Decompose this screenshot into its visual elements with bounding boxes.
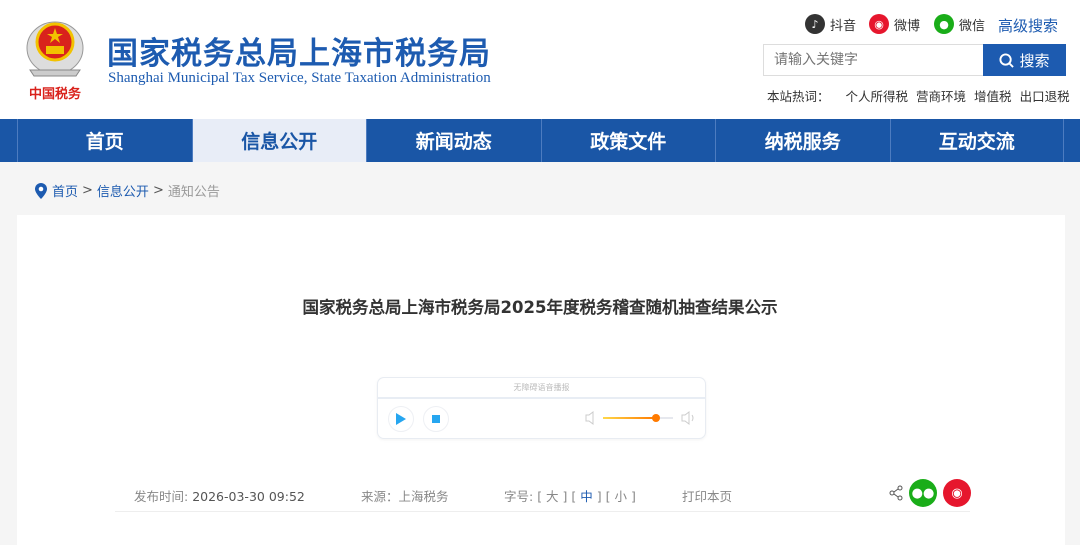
publish-label: 发布时间:: [134, 489, 189, 504]
advanced-search-link[interactable]: 高级搜索: [998, 15, 1058, 36]
nav-policy[interactable]: 政策文件: [540, 119, 716, 162]
site-title: 国家税务总局上海市税务局: [107, 36, 491, 72]
play-button[interactable]: [388, 406, 414, 432]
font-size-control: 字号: [ 大 ] [ 中 ] [ 小 ]: [504, 489, 636, 504]
search-button-label: 搜索: [1019, 51, 1050, 70]
hot-words-label: 本站热词：: [767, 89, 830, 104]
nav-home[interactable]: 首页: [17, 119, 192, 162]
article-title: 国家税务总局上海市税务局2025年度税务稽查随机抽查结果公示: [302, 298, 778, 317]
share-wechat-button[interactable]: ●●: [909, 479, 937, 507]
breadcrumb-home[interactable]: 首页: [52, 181, 78, 200]
player-title: 无障碍语音播报: [378, 378, 705, 399]
source-value: 上海税务: [398, 489, 449, 504]
hot-word-link[interactable]: 营商环境: [916, 86, 966, 105]
search-button[interactable]: 搜索: [983, 44, 1066, 76]
social-wechat[interactable]: ● 微信: [934, 14, 985, 34]
nav-tax-service[interactable]: 纳税服务: [715, 119, 890, 162]
social-label: 微博: [894, 18, 921, 34]
source: 来源：上海税务: [361, 486, 449, 505]
publish-time-value: 2026-03-30 09:52: [192, 489, 305, 504]
hot-words: 本站热词： 个人所得税 营商环境 增值税 出口退税: [767, 86, 1070, 105]
stop-icon: [432, 415, 440, 423]
breadcrumb-current: 通知公告: [167, 185, 220, 200]
volume-high-icon[interactable]: [681, 411, 697, 425]
nav-info-disclosure[interactable]: 信息公开: [191, 119, 366, 162]
social-douyin[interactable]: ♪ 抖音: [805, 14, 856, 34]
main-nav: 首页 信息公开 新闻动态 政策文件 纳税服务 互动交流: [0, 119, 1080, 162]
volume-low-icon[interactable]: [585, 411, 597, 425]
breadcrumb-info[interactable]: 信息公开: [97, 181, 149, 200]
font-size-small[interactable]: 小: [614, 489, 627, 504]
hot-word-link[interactable]: 出口退税: [1020, 86, 1070, 105]
volume-knob[interactable]: [651, 414, 660, 422]
weibo-icon: ◉: [951, 485, 963, 501]
volume-slider[interactable]: [603, 414, 673, 422]
social-weibo[interactable]: ◉ 微博: [869, 14, 920, 34]
font-size-medium[interactable]: 中: [580, 489, 593, 504]
hot-word-link[interactable]: 个人所得税: [846, 86, 909, 105]
nav-interaction[interactable]: 互动交流: [889, 119, 1064, 162]
volume-fill: [603, 417, 656, 419]
search-icon: [999, 52, 1015, 68]
breadcrumb: 首页 > 信息公开 > 通知公告: [34, 181, 220, 200]
social-label: 抖音: [830, 18, 857, 34]
nav-news[interactable]: 新闻动态: [366, 119, 541, 162]
social-label: 微信: [959, 18, 986, 34]
divider: [115, 511, 970, 512]
wechat-icon: ●●: [911, 485, 935, 501]
audio-player: 无障碍语音播报: [377, 377, 706, 439]
douyin-icon: ♪: [805, 14, 825, 34]
font-size-large[interactable]: 大: [546, 489, 559, 504]
wechat-icon: ●: [934, 14, 954, 34]
publish-time: 发布时间: 2026-03-30 09:52: [134, 486, 305, 505]
weibo-icon: ◉: [869, 14, 889, 34]
breadcrumb-separator: >: [152, 183, 164, 198]
header: 中国税务 国家税务总局上海市税务局 Shanghai Municipal Tax…: [0, 0, 1080, 119]
search-input[interactable]: [763, 44, 984, 76]
share-icon[interactable]: [888, 485, 904, 501]
print-link[interactable]: 打印本页: [682, 486, 732, 505]
font-size-label: 字号:: [504, 489, 534, 504]
tax-emblem-logo: 中国税务: [26, 21, 84, 102]
svg-text:中国税务: 中国税务: [29, 86, 82, 102]
stop-button[interactable]: [423, 406, 449, 432]
location-pin-icon: [35, 182, 47, 199]
breadcrumb-separator: >: [82, 183, 93, 198]
hot-word-link[interactable]: 增值税: [974, 86, 1012, 105]
play-icon: [396, 413, 406, 425]
source-label: 来源：: [361, 489, 399, 504]
share-weibo-button[interactable]: ◉: [943, 479, 971, 507]
site-subtitle: Shanghai Municipal Tax Service, State Ta…: [108, 70, 491, 86]
